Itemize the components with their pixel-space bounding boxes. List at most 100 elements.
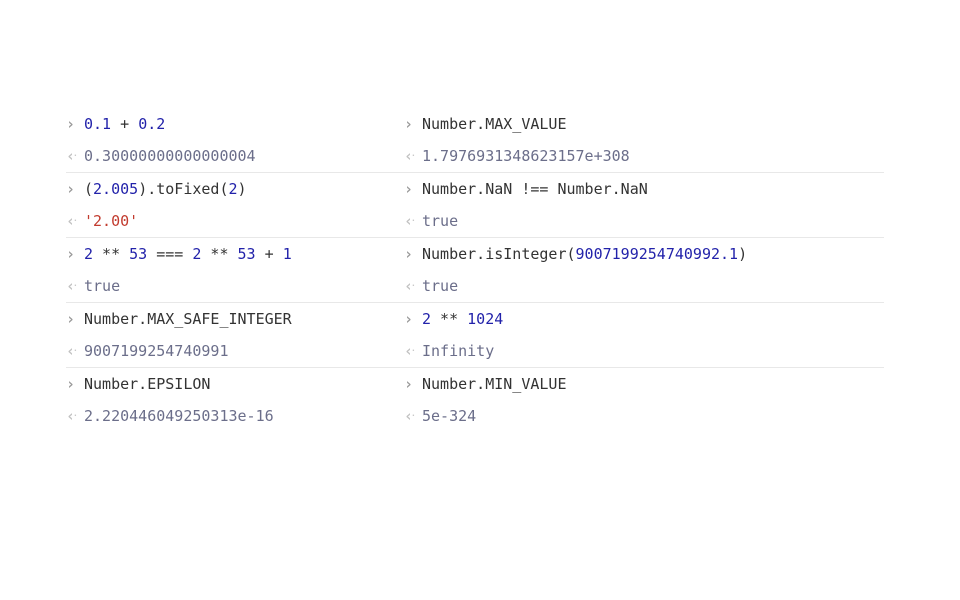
token-result: 0.30000000000000004 (84, 147, 256, 165)
code-content: 9007199254740991 (84, 335, 229, 367)
token-op: ** (431, 310, 467, 328)
code-content: 1.7976931348623157e+308 (422, 140, 630, 172)
code-content: 2 ** 53 === 2 ** 53 + 1 (84, 238, 292, 270)
console-column-left: ›0.1 + 0.2‹·0.30000000000000004›(2.005).… (66, 108, 404, 432)
code-content: Number.EPSILON (84, 368, 210, 400)
token-op: ). (138, 180, 156, 198)
code-content: Number.MIN_VALUE (422, 368, 567, 400)
token-op: ) (738, 245, 747, 263)
output-result-icon: ‹· (404, 205, 422, 237)
output-result-icon: ‹· (66, 400, 84, 432)
token-op: !== (512, 180, 557, 198)
console-input-row[interactable]: ›Number.NaN !== Number.NaN (404, 173, 884, 205)
token-num: 1024 (467, 310, 503, 328)
console-output-row: ‹·9007199254740991 (66, 335, 404, 367)
code-content: true (84, 270, 120, 302)
console-input-row[interactable]: ›2 ** 1024 (404, 303, 884, 335)
token-op: + (111, 115, 138, 133)
token-op: === (147, 245, 192, 263)
console-output-row: ‹·2.220446049250313e-16 (66, 400, 404, 432)
console-input-row[interactable]: ›2 ** 53 === 2 ** 53 + 1 (66, 238, 404, 270)
console-output-row: ‹·Infinity (404, 335, 884, 367)
output-result-icon: ‹· (404, 335, 422, 367)
token-result: 9007199254740991 (84, 342, 229, 360)
console-output-row: ‹·'2.00' (66, 205, 404, 237)
output-result-icon: ‹· (404, 140, 422, 172)
console-input-row[interactable]: ›Number.MAX_SAFE_INTEGER (66, 303, 404, 335)
console-input-row[interactable]: ›Number.isInteger(9007199254740992.1) (404, 238, 884, 270)
token-num: 2 (84, 245, 93, 263)
output-result-icon: ‹· (66, 270, 84, 302)
token-op: ( (84, 180, 93, 198)
console-entry: ›Number.MIN_VALUE‹·5e-324 (404, 367, 884, 432)
token-result: true (422, 277, 458, 295)
console-entry: ›(2.005).toFixed(2)‹·'2.00' (66, 172, 404, 237)
console-entry: ›Number.isInteger(9007199254740992.1)‹·t… (404, 237, 884, 302)
token-num: 53 (129, 245, 147, 263)
output-result-icon: ‹· (66, 140, 84, 172)
console-output-row: ‹·1.7976931348623157e+308 (404, 140, 884, 172)
token-ident: Number.NaN (422, 180, 512, 198)
console-output-row: ‹·0.30000000000000004 (66, 140, 404, 172)
input-prompt-icon: › (66, 303, 84, 335)
console-entry: ›0.1 + 0.2‹·0.30000000000000004 (66, 108, 404, 172)
console-input-row[interactable]: ›0.1 + 0.2 (66, 108, 404, 140)
token-ident: Number.isInteger (422, 245, 567, 263)
input-prompt-icon: › (404, 108, 422, 140)
code-content: Number.NaN !== Number.NaN (422, 173, 648, 205)
console-output-row: ‹·true (404, 205, 884, 237)
console-column-right: ›Number.MAX_VALUE‹·1.7976931348623157e+3… (404, 108, 884, 432)
token-op: ** (93, 245, 129, 263)
token-num: 2 (422, 310, 431, 328)
console: ›0.1 + 0.2‹·0.30000000000000004›(2.005).… (66, 108, 896, 432)
code-content: 0.1 + 0.2 (84, 108, 165, 140)
code-content: 2 ** 1024 (422, 303, 503, 335)
token-result: true (84, 277, 120, 295)
console-input-row[interactable]: ›Number.MIN_VALUE (404, 368, 884, 400)
token-ident: toFixed (156, 180, 219, 198)
console-entry: ›Number.NaN !== Number.NaN‹·true (404, 172, 884, 237)
token-result: 1.7976931348623157e+308 (422, 147, 630, 165)
token-ident: Number.MAX_SAFE_INTEGER (84, 310, 292, 328)
console-entry: ›2 ** 1024‹·Infinity (404, 302, 884, 367)
output-result-icon: ‹· (404, 270, 422, 302)
input-prompt-icon: › (404, 173, 422, 205)
code-content: '2.00' (84, 205, 138, 237)
console-output-row: ‹·true (66, 270, 404, 302)
code-content: Number.isInteger(9007199254740992.1) (422, 238, 747, 270)
input-prompt-icon: › (66, 173, 84, 205)
token-op: ** (201, 245, 237, 263)
code-content: Infinity (422, 335, 494, 367)
token-ident: Number.EPSILON (84, 375, 210, 393)
token-num: 0.2 (138, 115, 165, 133)
console-input-row[interactable]: ›(2.005).toFixed(2) (66, 173, 404, 205)
token-result: true (422, 212, 458, 230)
token-num: 0.1 (84, 115, 111, 133)
console-input-row[interactable]: ›Number.EPSILON (66, 368, 404, 400)
console-entry: ›Number.MAX_SAFE_INTEGER‹·90071992547409… (66, 302, 404, 367)
input-prompt-icon: › (404, 303, 422, 335)
console-output-row: ‹·5e-324 (404, 400, 884, 432)
token-num: 53 (238, 245, 256, 263)
token-ident: Number.MIN_VALUE (422, 375, 567, 393)
console-input-row[interactable]: ›Number.MAX_VALUE (404, 108, 884, 140)
token-ident: Number.NaN (557, 180, 647, 198)
code-content: true (422, 205, 458, 237)
console-entry: ›Number.MAX_VALUE‹·1.7976931348623157e+3… (404, 108, 884, 172)
token-num: 9007199254740992.1 (576, 245, 739, 263)
input-prompt-icon: › (66, 108, 84, 140)
code-content: Number.MAX_SAFE_INTEGER (84, 303, 292, 335)
token-result: 5e-324 (422, 407, 476, 425)
token-op: + (256, 245, 283, 263)
token-result: 2.220446049250313e-16 (84, 407, 274, 425)
token-num: 1 (283, 245, 292, 263)
token-op: ( (219, 180, 228, 198)
code-content: 2.220446049250313e-16 (84, 400, 274, 432)
output-result-icon: ‹· (66, 205, 84, 237)
output-result-icon: ‹· (404, 400, 422, 432)
console-output-row: ‹·true (404, 270, 884, 302)
token-string: '2.00' (84, 212, 138, 230)
input-prompt-icon: › (404, 368, 422, 400)
console-entry: ›Number.EPSILON‹·2.220446049250313e-16 (66, 367, 404, 432)
code-content: 5e-324 (422, 400, 476, 432)
